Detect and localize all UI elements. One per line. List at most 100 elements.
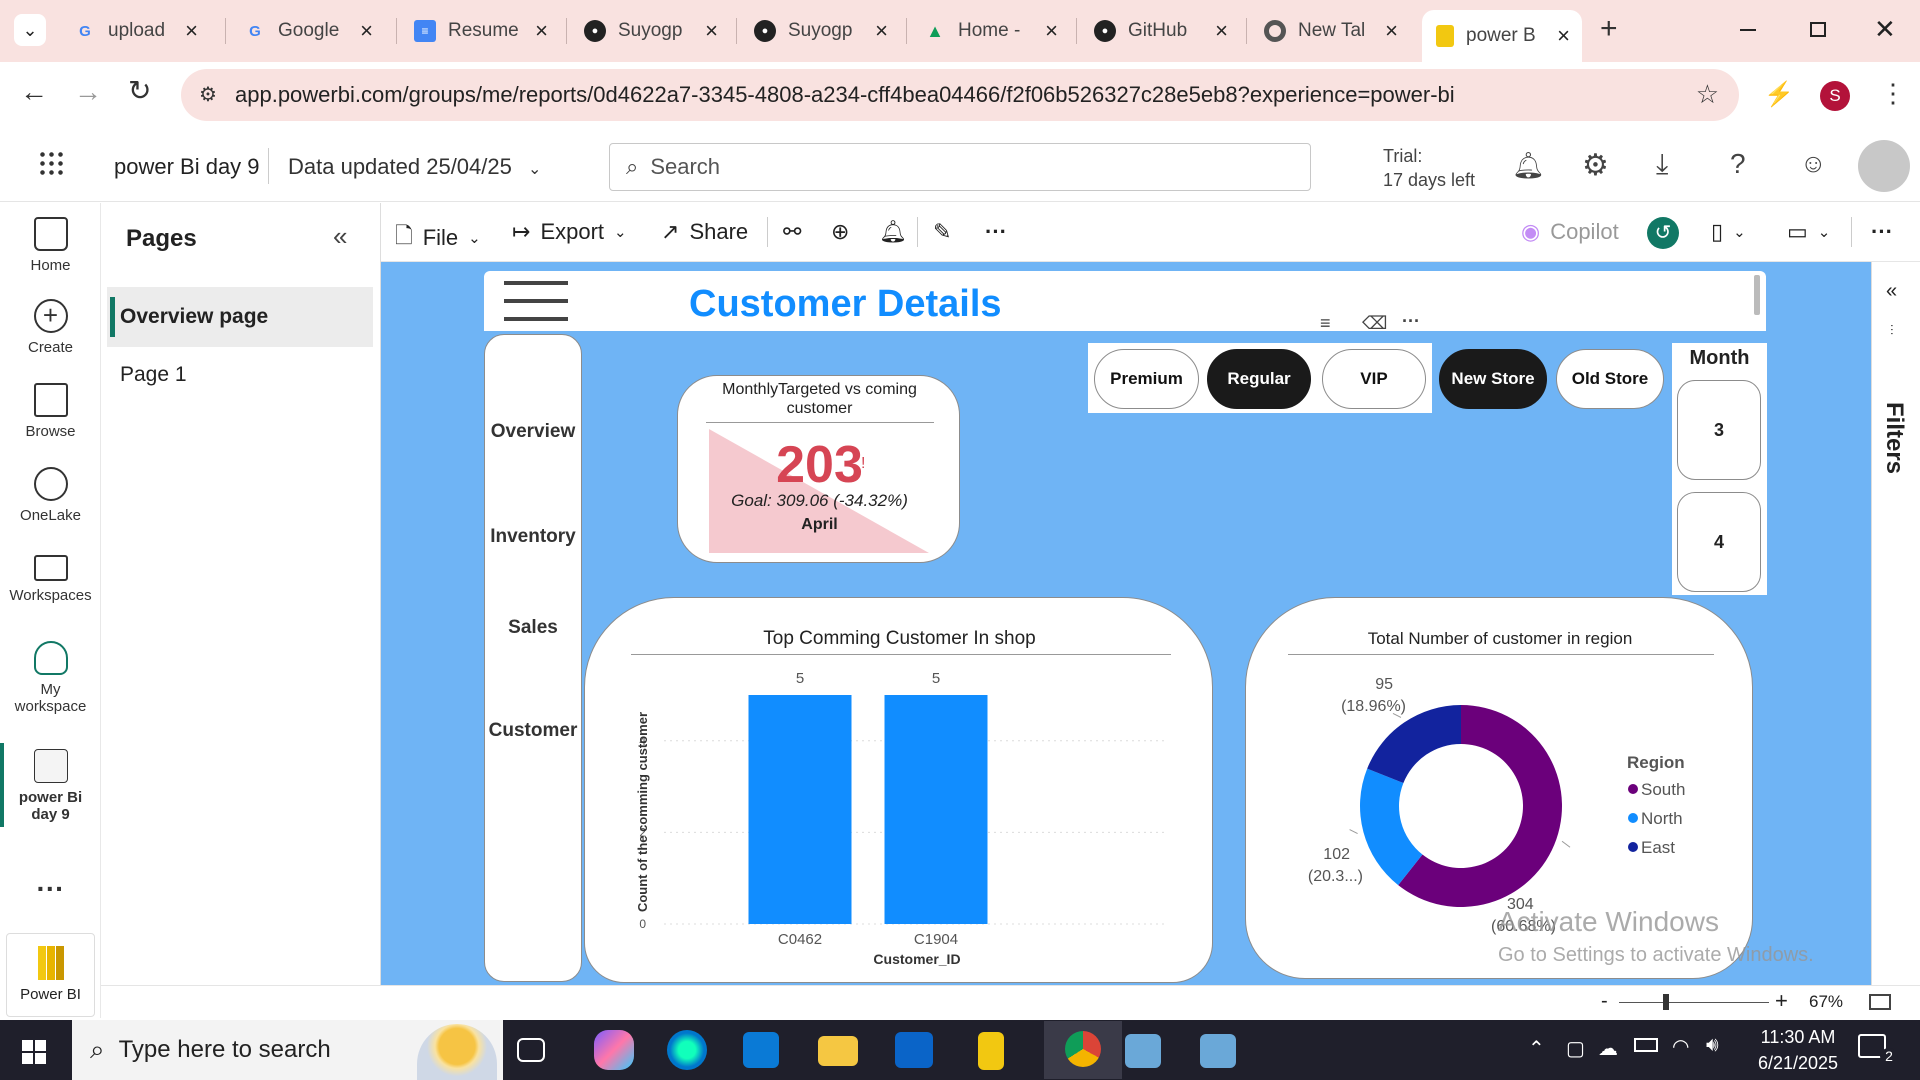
- back-icon[interactable]: ←: [20, 76, 48, 108]
- data-updated[interactable]: Data updated 25/04/25 ⌄: [288, 154, 541, 180]
- collapse-pane-icon[interactable]: «: [333, 221, 347, 252]
- download-icon[interactable]: ⤓: [1656, 148, 1668, 181]
- browser-tab-7[interactable]: New Tal ×: [1250, 10, 1410, 52]
- nav-inventory-button[interactable]: Inventory: [485, 526, 581, 548]
- minimize-icon[interactable]: [1740, 29, 1756, 31]
- rail-item-workspaces[interactable]: Workspaces: [0, 555, 101, 604]
- visual-more-icon[interactable]: ···: [1402, 311, 1420, 332]
- browser-tab-0[interactable]: G upload ×: [60, 10, 210, 52]
- browser-tab-1[interactable]: G Google ×: [230, 10, 385, 52]
- address-bar[interactable]: ⚙ app.powerbi.com/groups/me/reports/0d46…: [181, 69, 1739, 121]
- export-menu-button[interactable]: ↦ Export ⌄: [512, 219, 627, 245]
- copilot-taskbar-icon[interactable]: [594, 1030, 634, 1070]
- close-icon[interactable]: ×: [1385, 18, 1398, 44]
- nav-sales-button[interactable]: Sales: [485, 617, 581, 639]
- close-icon[interactable]: ×: [535, 18, 548, 44]
- zoom-in-button[interactable]: +: [1775, 988, 1788, 1014]
- windows-start-icon[interactable]: [22, 1040, 46, 1064]
- performance-icon[interactable]: ⚡: [1764, 80, 1794, 109]
- rail-item-browse[interactable]: Browse: [0, 383, 101, 440]
- close-icon[interactable]: ×: [360, 18, 373, 44]
- binoculars-icon[interactable]: ⚯: [783, 219, 801, 245]
- profile-avatar[interactable]: S: [1820, 81, 1850, 111]
- close-icon[interactable]: ×: [705, 18, 718, 44]
- battery-icon[interactable]: [1634, 1038, 1658, 1052]
- visual-eraser-icon[interactable]: ⌫: [1362, 313, 1387, 334]
- browser-tab-4[interactable]: ● Suyogp ×: [740, 10, 900, 52]
- zoom-level[interactable]: 67%: [1809, 992, 1843, 1012]
- browser-tab-8[interactable]: power B ×: [1422, 10, 1582, 62]
- chip-new-store[interactable]: New Store: [1439, 349, 1547, 409]
- zoom-slider[interactable]: [1619, 994, 1769, 1010]
- url-text[interactable]: app.powerbi.com/groups/me/reports/0d4622…: [235, 82, 1455, 108]
- page-item-page1[interactable]: Page 1: [120, 363, 187, 387]
- powerbi-taskbar-icon[interactable]: [978, 1032, 1004, 1070]
- close-icon[interactable]: ×: [1045, 18, 1058, 44]
- restore-icon[interactable]: [1810, 22, 1826, 37]
- edit-pencil-icon[interactable]: ✎: [933, 219, 951, 245]
- edge-icon[interactable]: [667, 1030, 707, 1070]
- wifi-icon[interactable]: ◠: [1672, 1034, 1689, 1059]
- more-icon[interactable]: ···: [0, 873, 101, 905]
- meet-now-icon[interactable]: ▢: [1566, 1036, 1585, 1061]
- rail-item-report[interactable]: power Bi day 9: [0, 749, 101, 823]
- page-item-overview[interactable]: Overview page: [107, 287, 373, 347]
- forward-icon[interactable]: →: [74, 76, 102, 108]
- site-info-icon[interactable]: ⚙: [199, 82, 217, 107]
- search-input[interactable]: ⌕ Search: [609, 143, 1311, 191]
- app-launcher-icon[interactable]: [38, 150, 64, 176]
- view-icon[interactable]: ▭ ⌄: [1787, 219, 1830, 245]
- bookmark-star-icon[interactable]: ☆: [1696, 79, 1719, 110]
- powerbi-app-switcher[interactable]: Power BI: [6, 933, 95, 1017]
- more-options-icon[interactable]: ···: [1871, 219, 1893, 245]
- gear-icon[interactable]: ⚙: [1582, 148, 1609, 183]
- month-option-4[interactable]: 4: [1677, 492, 1761, 592]
- browser-menu-icon[interactable]: ⋮: [1880, 78, 1906, 109]
- month-option-3[interactable]: 3: [1677, 380, 1761, 480]
- window-close-icon[interactable]: ✕: [1874, 14, 1896, 45]
- expand-filters-icon[interactable]: «: [1886, 280, 1897, 303]
- copilot-button[interactable]: ◉ Copilot: [1521, 219, 1619, 245]
- browser-tab-6[interactable]: ● GitHub ×: [1080, 10, 1240, 52]
- reload-icon[interactable]: ↻: [128, 74, 151, 107]
- zoom-out-button[interactable]: -: [1601, 990, 1608, 1013]
- close-icon[interactable]: ×: [875, 18, 888, 44]
- browser-tab-2[interactable]: ≡ Resume ×: [400, 10, 560, 52]
- remote-desktop-icon[interactable]: [1125, 1034, 1161, 1068]
- remote-desktop-icon[interactable]: [1200, 1034, 1236, 1068]
- taskbar-clock[interactable]: 11:30 AM 6/21/2025: [1748, 1024, 1848, 1076]
- feedback-icon[interactable]: ☺: [1800, 148, 1827, 179]
- task-view-icon[interactable]: [517, 1038, 545, 1062]
- comment-icon[interactable]: ⊕: [831, 219, 849, 245]
- close-icon[interactable]: ×: [1215, 18, 1228, 44]
- nav-overview-button[interactable]: Overview: [485, 421, 581, 443]
- report-name[interactable]: power Bi day 9: [114, 154, 260, 180]
- filters-pane[interactable]: « ⫶ Filters: [1871, 262, 1920, 985]
- taskbar-search[interactable]: ⌕ Type here to search: [72, 1020, 503, 1080]
- bookmark-icon[interactable]: ▯ ⌄: [1711, 219, 1746, 245]
- nav-customer-button[interactable]: Customer: [485, 720, 581, 742]
- close-icon[interactable]: ×: [1557, 23, 1570, 49]
- rail-item-my-workspace[interactable]: My workspace: [0, 641, 101, 715]
- visual-filter-icon[interactable]: ≡: [1320, 313, 1331, 334]
- more-options-icon[interactable]: ···: [985, 219, 1007, 245]
- outlook-icon[interactable]: [895, 1032, 933, 1068]
- bell-icon[interactable]: 🔔︎: [1512, 150, 1545, 181]
- tray-chevron-icon[interactable]: ⌃: [1528, 1036, 1545, 1061]
- tab-search-dropdown[interactable]: ⌄: [14, 14, 46, 46]
- rail-item-home[interactable]: Home: [0, 217, 101, 274]
- reset-icon[interactable]: ↺: [1647, 217, 1679, 249]
- browser-tab-5[interactable]: ▲ Home - ×: [910, 10, 1070, 52]
- fit-page-icon[interactable]: [1869, 994, 1891, 1010]
- rail-item-onelake[interactable]: OneLake: [0, 467, 101, 524]
- close-icon[interactable]: ×: [185, 18, 198, 44]
- user-avatar[interactable]: [1858, 140, 1910, 192]
- help-icon[interactable]: ?: [1730, 148, 1746, 180]
- chip-premium[interactable]: Premium: [1094, 349, 1199, 409]
- browser-tab-3[interactable]: ● Suyogp ×: [570, 10, 730, 52]
- chip-regular[interactable]: Regular: [1207, 349, 1311, 409]
- chip-vip[interactable]: VIP: [1322, 349, 1426, 409]
- chrome-taskbar-icon[interactable]: [1044, 1021, 1122, 1079]
- subscribe-icon[interactable]: 🔔︎: [879, 219, 907, 245]
- chip-old-store[interactable]: Old Store: [1556, 349, 1664, 409]
